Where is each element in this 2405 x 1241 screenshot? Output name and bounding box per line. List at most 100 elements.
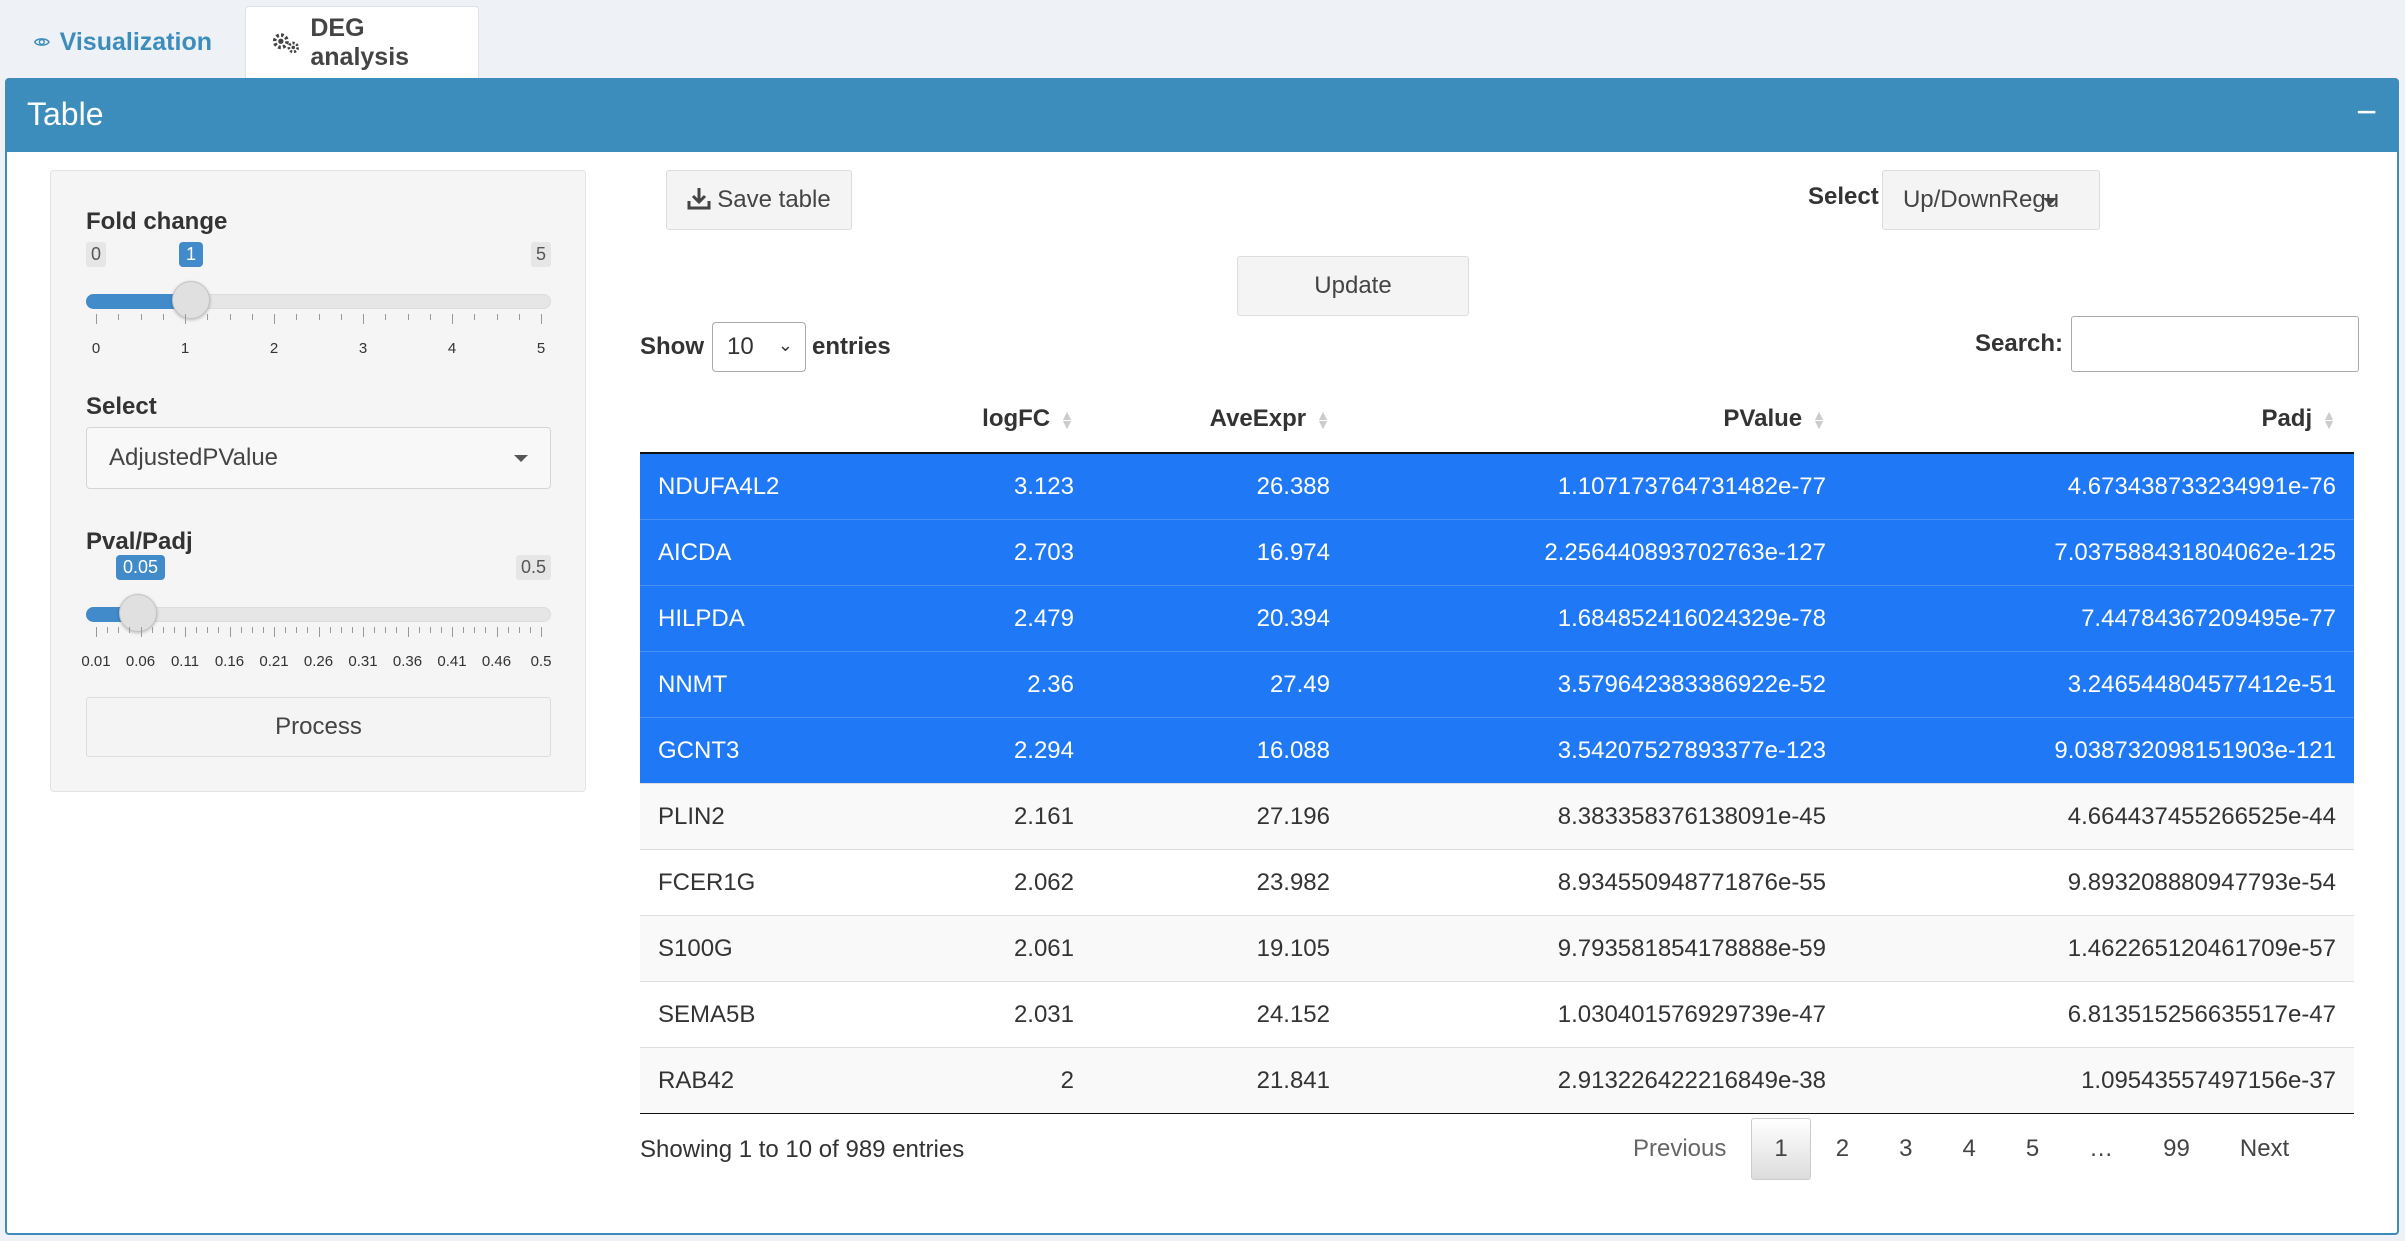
- slider-minor-tick: [485, 627, 487, 633]
- pval-label: Pval/Padj: [86, 528, 193, 555]
- slider-major-tick: [452, 627, 453, 637]
- table-header-row: logFC ▲ ▼ AveExpr ▲ ▼ PValue ▲ ▼ Padj ▲ ▼: [640, 386, 2354, 454]
- table-row[interactable]: GCNT3 2.294 16.088 3.54207527893377e-123 9.0…: [640, 717, 2354, 784]
- slider-minor-tick: [374, 627, 376, 633]
- slider-tick-label: 0.16: [214, 653, 245, 670]
- page-button-4[interactable]: 4: [1937, 1119, 2000, 1179]
- value-cell: 9.038732098151903e-121: [1844, 717, 2354, 784]
- slider-minor-tick: [440, 627, 442, 633]
- column-header-pvalue[interactable]: PValue ▲ ▼: [1348, 386, 1844, 454]
- value-cell: 20.394: [1092, 585, 1348, 652]
- value-cell: 2.703: [816, 519, 1092, 586]
- value-cell: 9.893208880947793e-54: [1844, 849, 2354, 916]
- value-cell: 2.913226422216849e-38: [1348, 1047, 1844, 1114]
- filter-panel: Fold change 0 5 1 0 1 2 3 4 5 Select Adjusted…: [50, 170, 586, 792]
- value-cell: 9.793581854178888e-59: [1348, 915, 1844, 982]
- slider-minor-tick: [151, 627, 153, 633]
- column-header-logfc[interactable]: logFC ▲ ▼: [816, 386, 1092, 454]
- pagination-ellipsis: …: [2089, 1135, 2114, 1162]
- regulation-select-label: Select: [1808, 183, 1879, 210]
- value-cell: 3.54207527893377e-123: [1348, 717, 1844, 784]
- update-button[interactable]: Update: [1237, 256, 1469, 316]
- table-row[interactable]: RAB42 2 21.841 2.913226422216849e-38 1.09543…: [640, 1047, 2354, 1114]
- column-header-aveexpr[interactable]: AveExpr ▲ ▼: [1092, 386, 1348, 454]
- slider-tick-label: 0.36: [392, 653, 423, 670]
- gene-cell: NNMT: [640, 651, 816, 718]
- save-table-button[interactable]: Save table: [666, 170, 852, 230]
- box-title: Table: [27, 96, 104, 132]
- table-row[interactable]: NDUFA4L2 3.123 26.388 1.107173764731482e-77…: [640, 452, 2354, 520]
- chevron-down-icon: ⌄: [777, 335, 793, 355]
- page-button-99[interactable]: 99: [2138, 1119, 2215, 1179]
- sort-icon: ▲ ▼: [2322, 406, 2336, 432]
- pagination: Previous 1 2 3 4 5 … 99 Next: [1608, 1118, 2314, 1180]
- slider-tick-label: 0.41: [437, 653, 467, 670]
- sort-icon: ▲ ▼: [1812, 406, 1826, 432]
- column-header-label: Padj: [2261, 405, 2313, 432]
- slider-minor-tick: [285, 627, 287, 633]
- slider-minor-tick: [118, 314, 120, 320]
- page-length-value: 10: [727, 333, 754, 360]
- value-cell: 2.36: [816, 651, 1092, 718]
- table-row[interactable]: NNMT 2.36 27.49 3.579642383386922e-52 3.2465…: [640, 651, 2354, 718]
- slider-minor-tick: [296, 314, 298, 320]
- table-row[interactable]: HILPDA 2.479 20.394 1.684852416024329e-78 7.…: [640, 585, 2354, 652]
- caret-down-icon: [514, 455, 528, 462]
- search-input[interactable]: [2071, 316, 2360, 372]
- value-cell: 23.982: [1092, 849, 1348, 916]
- slider-minor-tick: [162, 627, 164, 633]
- fold-change-min: 0: [86, 242, 107, 267]
- page-button-3[interactable]: 3: [1874, 1119, 1937, 1179]
- process-button[interactable]: Process: [86, 697, 551, 757]
- value-cell: 21.841: [1092, 1047, 1348, 1114]
- value-cell: 27.196: [1092, 783, 1348, 850]
- slider-tick-label: 0.06: [125, 653, 156, 670]
- next-page-button[interactable]: Next: [2215, 1119, 2314, 1179]
- page-button-1[interactable]: 1: [1751, 1118, 1811, 1180]
- collapse-button[interactable]: −: [2356, 94, 2377, 130]
- table-row[interactable]: SEMA5B 2.031 24.152 1.030401576929739e-47 6.…: [640, 981, 2354, 1048]
- search-label: Search:: [1975, 330, 2064, 357]
- previous-page-button[interactable]: Previous: [1608, 1119, 1751, 1179]
- gears-icon: [272, 32, 300, 53]
- entries-label: entries: [812, 333, 891, 360]
- value-cell: 3.123: [816, 452, 1092, 520]
- page-button-5[interactable]: 5: [2001, 1119, 2064, 1179]
- fold-change-label: Fold change: [86, 208, 228, 235]
- slider-tick-label: 0.46: [481, 653, 512, 670]
- page-button-2[interactable]: 2: [1811, 1119, 1874, 1179]
- table-row[interactable]: AICDA 2.703 16.974 2.256440893702763e-127 7.…: [640, 519, 2354, 586]
- slider-major-tick: [496, 627, 498, 637]
- slider-tick-label: 0.31: [348, 653, 378, 670]
- page-length-select[interactable]: 10 ⌄: [712, 322, 806, 372]
- value-cell: 19.105: [1092, 915, 1348, 982]
- slider-major-tick: [407, 627, 409, 637]
- table-row[interactable]: S100G 2.061 19.105 9.793581854178888e-59 1.4…: [640, 915, 2354, 982]
- tab-visualization[interactable]: Visualization: [8, 6, 238, 78]
- slider-major-tick: [274, 627, 275, 637]
- value-cell: 2.031: [816, 981, 1092, 1048]
- gene-cell: S100G: [640, 915, 816, 982]
- slider-major-tick: [140, 627, 142, 637]
- eye-icon: [34, 38, 50, 46]
- slider-minor-tick: [196, 627, 198, 633]
- column-header-label: logFC: [982, 405, 1051, 432]
- table-row[interactable]: FCER1G 2.062 23.982 8.934550948771876e-55 9.…: [640, 849, 2354, 916]
- slider-minor-tick: [318, 314, 320, 320]
- value-cell: 4.664437455266525e-44: [1844, 783, 2354, 850]
- slider-minor-tick: [218, 627, 220, 633]
- slider-minor-tick: [140, 314, 142, 320]
- value-cell: 16.088: [1092, 717, 1348, 784]
- pvalue-type-select[interactable]: AdjustedPValue: [86, 427, 551, 489]
- box-header: Table −: [7, 80, 2397, 152]
- tab-deg-analysis-label: DEG analysis: [310, 13, 410, 71]
- table-info: Showing 1 to 10 of 989 entries: [640, 1136, 965, 1163]
- column-header-padj[interactable]: Padj ▲ ▼: [1844, 386, 2354, 454]
- slider-major-tick: [185, 627, 186, 637]
- table-row[interactable]: PLIN2 2.161 27.196 8.383358376138091e-45 4.6…: [640, 783, 2354, 850]
- regulation-dropdown[interactable]: Up/DownRegu: [1882, 170, 2100, 230]
- slider-minor-tick: [262, 627, 264, 633]
- gene-cell: SEMA5B: [640, 981, 816, 1048]
- slider-tick-label: 3: [358, 340, 368, 357]
- tab-deg-analysis[interactable]: DEG analysis: [245, 6, 479, 78]
